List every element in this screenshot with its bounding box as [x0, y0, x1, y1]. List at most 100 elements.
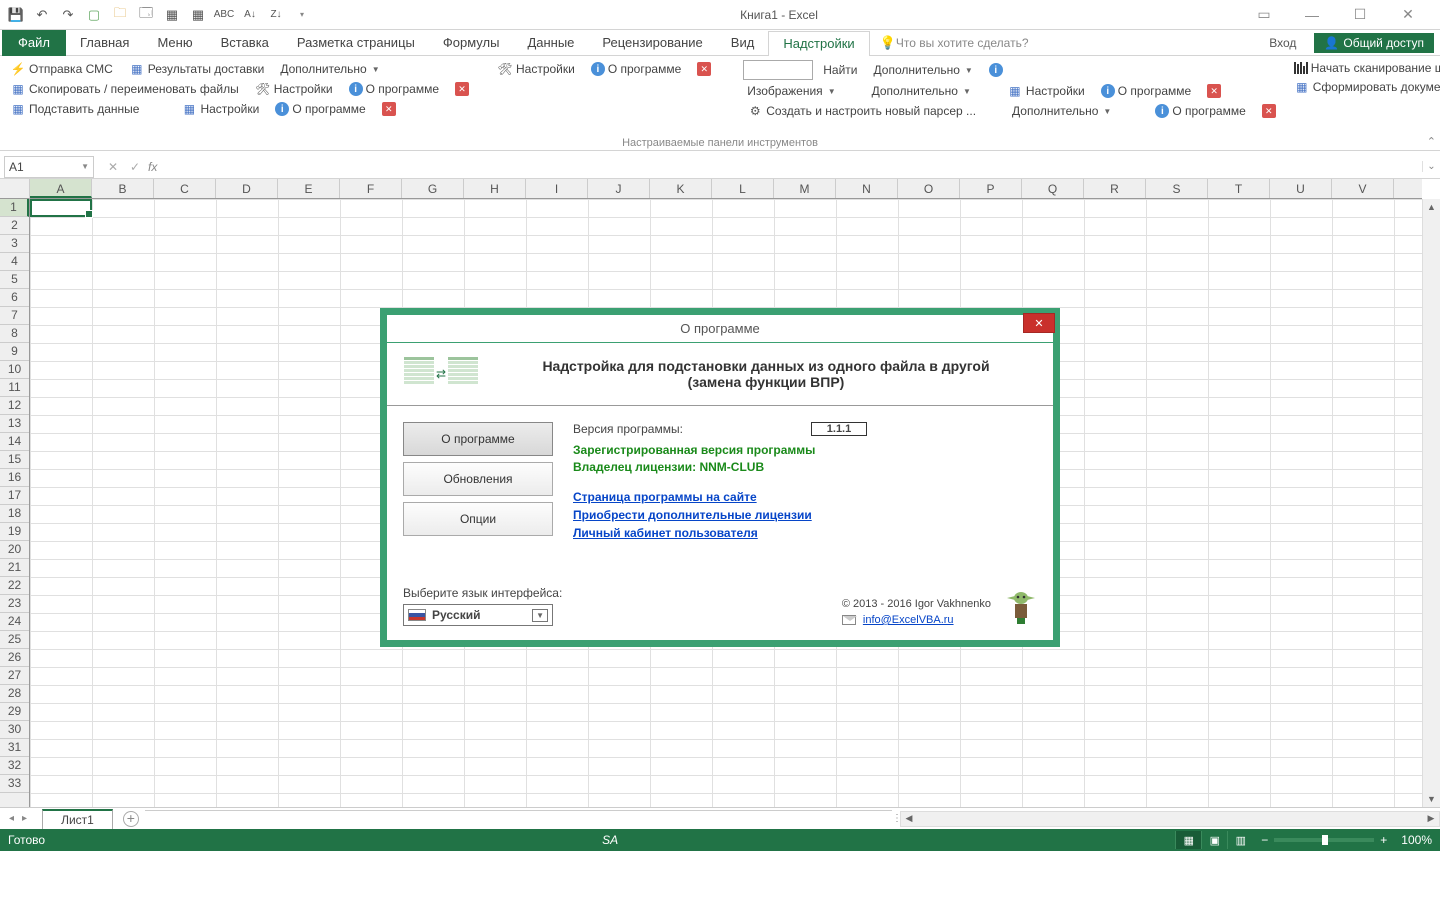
cmd-about-mid[interactable]: iО программе [1097, 83, 1195, 99]
open-icon[interactable]: 🗀 [108, 3, 132, 27]
tab-menu[interactable]: Меню [143, 30, 206, 56]
cmd-additional-mid3[interactable]: Дополнительно▼ [1008, 103, 1115, 119]
row-header-23[interactable]: 23 [0, 595, 29, 613]
row-header-17[interactable]: 17 [0, 487, 29, 505]
cmd-about-2[interactable]: iО программе [345, 81, 443, 97]
tab-addins[interactable]: Надстройки [768, 31, 869, 57]
cmd-settings-top[interactable]: 🛠Настройки [493, 60, 579, 78]
cmd-copy-rename[interactable]: ▦Скопировать / переименовать файлы [6, 80, 243, 98]
tab-view[interactable]: Вид [717, 30, 769, 56]
formula-expand-icon[interactable]: ⌄ [1422, 161, 1440, 172]
row-header-13[interactable]: 13 [0, 415, 29, 433]
dialog-titlebar[interactable]: О программе ✕ [387, 315, 1053, 343]
cmd-additional-mid[interactable]: Дополнительно▼ [870, 62, 977, 78]
scroll-up-icon[interactable]: ▲ [1423, 199, 1440, 215]
zoom-value[interactable]: 100% [1401, 833, 1432, 847]
maximize-icon[interactable]: ☐ [1340, 5, 1380, 25]
sort-asc-icon[interactable]: A↓ [238, 3, 262, 27]
row-header-28[interactable]: 28 [0, 685, 29, 703]
language-select[interactable]: Русский ▼ [403, 604, 553, 626]
undo-icon[interactable]: ↶ [30, 3, 54, 27]
col-header-T[interactable]: T [1208, 179, 1270, 198]
col-header-B[interactable]: B [92, 179, 154, 198]
view-normal-icon[interactable]: ▦ [1175, 831, 1201, 849]
tab-insert[interactable]: Вставка [207, 30, 283, 56]
ribbon-options-icon[interactable]: ▭ [1244, 5, 1284, 25]
row-header-19[interactable]: 19 [0, 523, 29, 541]
row-header-33[interactable]: 33 [0, 775, 29, 793]
chevron-down-icon[interactable]: ▼ [532, 609, 548, 622]
cmd-close-2[interactable]: ✕ [451, 81, 473, 97]
cmd-close-mid[interactable]: ✕ [1203, 83, 1225, 99]
scroll-right-icon[interactable]: ▶ [1423, 813, 1439, 824]
col-header-V[interactable]: V [1332, 179, 1394, 198]
link-account[interactable]: Личный кабинет пользователя [573, 526, 1037, 540]
col-header-A[interactable]: A [30, 179, 92, 198]
cmd-delivery-results[interactable]: ▦Результаты доставки [125, 60, 269, 78]
col-header-H[interactable]: H [464, 179, 526, 198]
cmd-close-mid3[interactable]: ✕ [1258, 103, 1280, 119]
row-header-21[interactable]: 21 [0, 559, 29, 577]
cmd-settings-3[interactable]: ▦Настройки [177, 100, 263, 118]
fx-icon[interactable]: fx [148, 160, 157, 174]
vertical-scrollbar[interactable]: ▲ ▼ [1422, 199, 1440, 807]
row-header-30[interactable]: 30 [0, 721, 29, 739]
dialog-nav-about[interactable]: О программе [403, 422, 553, 456]
redo-icon[interactable]: ↷ [56, 3, 80, 27]
col-header-N[interactable]: N [836, 179, 898, 198]
share-button[interactable]: 👤 Общий доступ [1314, 33, 1434, 53]
zoom-in-icon[interactable]: + [1380, 833, 1387, 847]
cmd-about-mid3[interactable]: iО программе [1151, 103, 1249, 119]
sheet-nav[interactable]: ◂▸ [0, 813, 36, 824]
col-header-U[interactable]: U [1270, 179, 1332, 198]
find-input[interactable] [743, 60, 813, 80]
cmd-additional-1[interactable]: Дополнительно▼ [276, 61, 383, 77]
cmd-settings-mid[interactable]: ▦Настройки [1003, 82, 1089, 100]
col-header-C[interactable]: C [154, 179, 216, 198]
row-header-27[interactable]: 27 [0, 667, 29, 685]
horizontal-scrollbar[interactable]: ◀ ▶ [900, 811, 1440, 827]
dialog-nav-options[interactable]: Опции [403, 502, 553, 536]
login-link[interactable]: Вход [1269, 36, 1296, 50]
col-header-D[interactable]: D [216, 179, 278, 198]
row-header-16[interactable]: 16 [0, 469, 29, 487]
row-header-1[interactable]: 1 [0, 199, 29, 217]
row-header-24[interactable]: 24 [0, 613, 29, 631]
cmd-close-top[interactable]: ✕ [693, 61, 715, 77]
row-header-29[interactable]: 29 [0, 703, 29, 721]
col-header-M[interactable]: M [774, 179, 836, 198]
spellcheck-icon[interactable]: ABC [212, 3, 236, 27]
cmd-info-mid[interactable]: i [985, 62, 1007, 78]
row-header-4[interactable]: 4 [0, 253, 29, 271]
qat-icon-2[interactable]: ▦ [186, 3, 210, 27]
row-header-14[interactable]: 14 [0, 433, 29, 451]
row-header-2[interactable]: 2 [0, 217, 29, 235]
row-header-6[interactable]: 6 [0, 289, 29, 307]
ribbon-collapse-icon[interactable]: ⌃ [1427, 135, 1436, 148]
cancel-formula-icon[interactable]: ✕ [104, 160, 122, 174]
new-icon[interactable]: ▢ [82, 3, 106, 27]
tell-me-input[interactable]: Что вы хотите сделать? [896, 36, 1029, 50]
view-layout-icon[interactable]: ▣ [1201, 831, 1227, 849]
row-header-12[interactable]: 12 [0, 397, 29, 415]
scroll-down-icon[interactable]: ▼ [1423, 791, 1440, 807]
accept-formula-icon[interactable]: ✓ [126, 160, 144, 174]
cmd-settings-2[interactable]: 🛠Настройки [251, 80, 337, 98]
cmd-scan-barcode[interactable]: Начать сканирование штрих-кодов [1290, 60, 1440, 76]
cmd-substitute[interactable]: ▦Подставить данные [6, 100, 143, 118]
row-header-7[interactable]: 7 [0, 307, 29, 325]
dialog-close-button[interactable]: ✕ [1023, 313, 1055, 333]
cmd-send-sms[interactable]: ⚡Отправка СМС [6, 60, 117, 78]
tab-review[interactable]: Рецензирование [588, 30, 716, 56]
tab-file[interactable]: Файл [2, 30, 66, 56]
qat-icon-1[interactable]: ▦ [160, 3, 184, 27]
tab-home[interactable]: Главная [66, 30, 143, 56]
minimize-icon[interactable]: — [1292, 5, 1332, 25]
cmd-about-top[interactable]: iО программе [587, 61, 685, 77]
row-header-8[interactable]: 8 [0, 325, 29, 343]
cmd-form-docs[interactable]: ▦Сформировать документы [1290, 78, 1440, 96]
dialog-nav-updates[interactable]: Обновления [403, 462, 553, 496]
row-header-31[interactable]: 31 [0, 739, 29, 757]
chevron-down-icon[interactable]: ▼ [81, 162, 89, 171]
col-header-I[interactable]: I [526, 179, 588, 198]
